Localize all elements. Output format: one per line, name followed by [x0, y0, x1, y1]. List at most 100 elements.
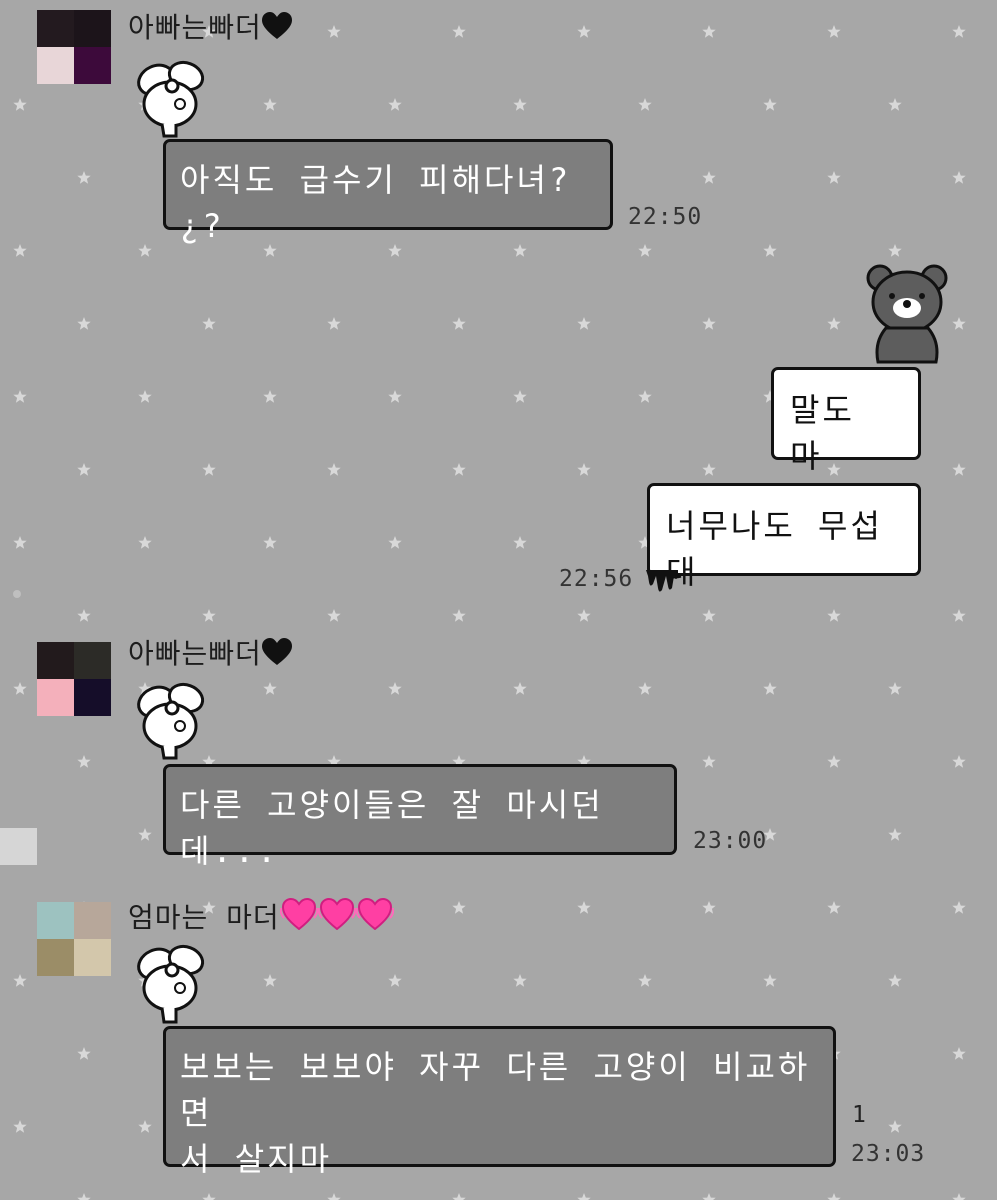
background-star [388, 536, 402, 549]
background-star [763, 98, 777, 111]
background-star [888, 98, 902, 111]
ribbon-bunny-sticker-icon [137, 682, 205, 760]
background-star [513, 98, 527, 111]
background-star [13, 244, 27, 257]
background-star [952, 25, 966, 38]
background-star [952, 317, 966, 330]
background-star [388, 974, 402, 987]
message-bubble[interactable]: 말도 마 [771, 367, 921, 475]
background-star [263, 974, 277, 987]
black-heart-icon [261, 638, 292, 665]
background-star [138, 244, 152, 257]
background-star [202, 1193, 216, 1200]
background-star [388, 244, 402, 257]
background-star [13, 682, 27, 695]
avatar-pixel [74, 10, 111, 47]
background-star [952, 463, 966, 476]
background-star [138, 1120, 152, 1133]
background-star [202, 609, 216, 622]
background-star [702, 171, 716, 184]
background-star [888, 244, 902, 257]
avatar-pixel [37, 10, 74, 47]
background-star [263, 390, 277, 403]
message-time: 22:56 [559, 566, 634, 592]
background-star [77, 317, 91, 330]
sender-avatar[interactable] [37, 902, 111, 976]
background-star [702, 1193, 716, 1200]
background-star [702, 463, 716, 476]
background-star [513, 390, 527, 403]
background-star [952, 755, 966, 768]
background-star [888, 682, 902, 695]
background-star [13, 974, 27, 987]
background-star [952, 1047, 966, 1060]
background-star [638, 390, 652, 403]
background-star [13, 390, 27, 403]
background-star [702, 609, 716, 622]
background-star [702, 755, 716, 768]
background-star [452, 1193, 466, 1200]
message-bubble[interactable]: 아직도 급수기 피해다녀?¿? [163, 139, 613, 245]
background-star [577, 25, 591, 38]
background-star [888, 974, 902, 987]
background-star [77, 609, 91, 622]
background-star [638, 244, 652, 257]
background-star [577, 463, 591, 476]
background-star [952, 1193, 966, 1200]
background-star [888, 1120, 902, 1133]
background-star [202, 463, 216, 476]
background-star [577, 901, 591, 914]
sender-avatar[interactable] [37, 10, 111, 84]
background-star [263, 98, 277, 111]
background-star [763, 682, 777, 695]
unread-count: 1 [852, 1102, 866, 1128]
left-edge-artifact [0, 828, 37, 865]
background-star [763, 974, 777, 987]
background-star [827, 171, 841, 184]
avatar-pixel [37, 679, 74, 716]
message-time: 23:00 [693, 828, 768, 854]
background-star [702, 901, 716, 914]
background-star [327, 609, 341, 622]
background-star [513, 244, 527, 257]
background-star [138, 828, 152, 841]
background-star [827, 463, 841, 476]
avatar-pixel [37, 47, 74, 84]
background-star [452, 25, 466, 38]
background-star [263, 244, 277, 257]
background-star [827, 609, 841, 622]
background-star [263, 682, 277, 695]
avatar-pixel [74, 642, 111, 679]
background-star [827, 317, 841, 330]
background-star [77, 463, 91, 476]
sender-avatar[interactable] [37, 642, 111, 716]
background-star [77, 1193, 91, 1200]
message-bubble[interactable]: 너무나도 무섭대 [647, 483, 921, 591]
background-star [577, 1193, 591, 1200]
background-star [638, 682, 652, 695]
background-star [77, 1047, 91, 1060]
message-bubble[interactable]: 보보는 보보야 자꾸 다른 고양이 비교하면 서 살지마 [163, 1026, 836, 1178]
black-heart-icon [261, 12, 292, 39]
background-star [513, 974, 527, 987]
message-time: 22:50 [628, 204, 703, 230]
avatar-pixel [37, 902, 74, 939]
background-star [888, 828, 902, 841]
gray-bear-sticker-icon [866, 264, 948, 364]
background-star [638, 974, 652, 987]
pink-heart-icon [279, 897, 318, 930]
message-bubble[interactable]: 다른 고양이들은 잘 마시던데... [163, 764, 677, 870]
avatar-pixel [37, 939, 74, 976]
background-star [577, 317, 591, 330]
background-star [452, 609, 466, 622]
background-star [702, 25, 716, 38]
left-edge-artifact [13, 590, 21, 598]
avatar-pixel [74, 902, 111, 939]
avatar-pixel [74, 939, 111, 976]
background-star [452, 317, 466, 330]
background-star [827, 25, 841, 38]
background-star [952, 171, 966, 184]
background-star [202, 317, 216, 330]
background-star [452, 901, 466, 914]
background-star [13, 536, 27, 549]
